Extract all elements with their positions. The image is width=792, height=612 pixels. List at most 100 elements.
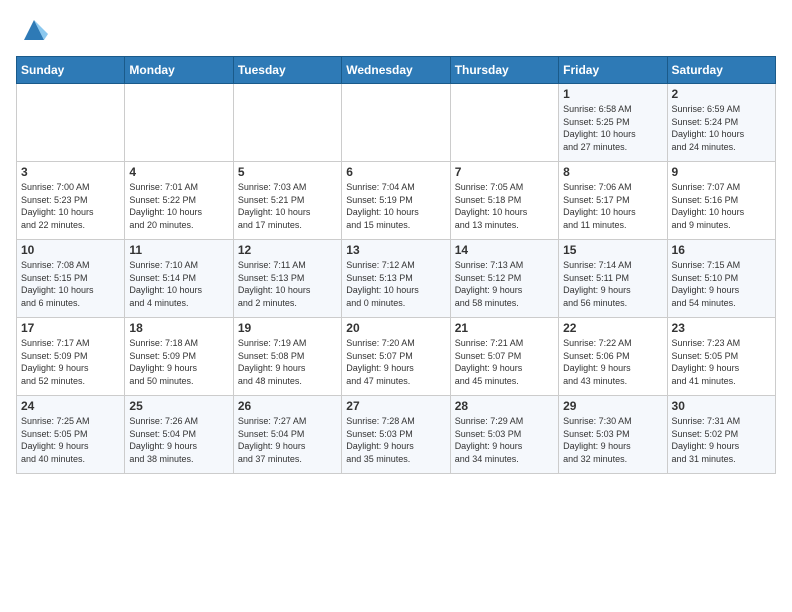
- calendar-cell: [125, 84, 233, 162]
- day-info: Sunrise: 7:22 AM Sunset: 5:06 PM Dayligh…: [563, 337, 662, 387]
- calendar-cell: 16 Sunrise: 7:15 AM Sunset: 5:10 PM Dayli…: [667, 240, 775, 318]
- day-info: Sunrise: 7:30 AM Sunset: 5:03 PM Dayligh…: [563, 415, 662, 465]
- day-number: 15: [563, 243, 662, 257]
- day-number: 1: [563, 87, 662, 101]
- day-number: 30: [672, 399, 771, 413]
- day-info: Sunrise: 7:04 AM Sunset: 5:19 PM Dayligh…: [346, 181, 445, 231]
- day-number: 22: [563, 321, 662, 335]
- day-number: 28: [455, 399, 554, 413]
- day-info: Sunrise: 7:21 AM Sunset: 5:07 PM Dayligh…: [455, 337, 554, 387]
- calendar-cell: 4Sunrise: 7:01 AM Sunset: 5:22 PM Daylig…: [125, 162, 233, 240]
- calendar-cell: 6 Sunrise: 7:04 AM Sunset: 5:19 PM Daylig…: [342, 162, 450, 240]
- day-number: 24: [21, 399, 120, 413]
- calendar-cell: 25 Sunrise: 7:26 AM Sunset: 5:04 PM Dayli…: [125, 396, 233, 474]
- day-number: 23: [672, 321, 771, 335]
- day-info: Sunrise: 7:10 AM Sunset: 5:14 PM Dayligh…: [129, 259, 228, 309]
- day-info: Sunrise: 7:14 AM Sunset: 5:11 PM Dayligh…: [563, 259, 662, 309]
- day-number: 29: [563, 399, 662, 413]
- logo-icon: [20, 16, 48, 44]
- calendar-cell: 2 Sunrise: 6:59 AM Sunset: 5:24 PM Daylig…: [667, 84, 775, 162]
- day-info: Sunrise: 7:06 AM Sunset: 5:17 PM Dayligh…: [563, 181, 662, 231]
- day-number: 3: [21, 165, 120, 179]
- calendar-cell: 24 Sunrise: 7:25 AM Sunset: 5:05 PM Dayli…: [17, 396, 125, 474]
- calendar-header-row: SundayMondayTuesdayWednesdayThursdayFrid…: [17, 57, 776, 84]
- day-info: Sunrise: 7:12 AM Sunset: 5:13 PM Dayligh…: [346, 259, 445, 309]
- day-info: Sunrise: 7:26 AM Sunset: 5:04 PM Dayligh…: [129, 415, 228, 465]
- calendar-cell: 21 Sunrise: 7:21 AM Sunset: 5:07 PM Dayli…: [450, 318, 558, 396]
- calendar-cell: [450, 84, 558, 162]
- day-number: 2: [672, 87, 771, 101]
- day-info: Sunrise: 7:27 AM Sunset: 5:04 PM Dayligh…: [238, 415, 337, 465]
- day-info: Sunrise: 7:11 AM Sunset: 5:13 PM Dayligh…: [238, 259, 337, 309]
- calendar-cell: 15 Sunrise: 7:14 AM Sunset: 5:11 PM Dayli…: [559, 240, 667, 318]
- calendar-cell: 9Sunrise: 7:07 AM Sunset: 5:16 PM Daylig…: [667, 162, 775, 240]
- calendar-table: SundayMondayTuesdayWednesdayThursdayFrid…: [16, 56, 776, 474]
- day-number: 13: [346, 243, 445, 257]
- calendar-cell: 23 Sunrise: 7:23 AM Sunset: 5:05 PM Dayli…: [667, 318, 775, 396]
- calendar-header-wednesday: Wednesday: [342, 57, 450, 84]
- day-info: Sunrise: 6:58 AM Sunset: 5:25 PM Dayligh…: [563, 103, 662, 153]
- calendar-cell: 28 Sunrise: 7:29 AM Sunset: 5:03 PM Dayli…: [450, 396, 558, 474]
- calendar-header-sunday: Sunday: [17, 57, 125, 84]
- calendar-header-thursday: Thursday: [450, 57, 558, 84]
- calendar-cell: 27 Sunrise: 7:28 AM Sunset: 5:03 PM Dayli…: [342, 396, 450, 474]
- calendar-cell: 1 Sunrise: 6:58 AM Sunset: 5:25 PM Daylig…: [559, 84, 667, 162]
- calendar-cell: 10 Sunrise: 7:08 AM Sunset: 5:15 PM Dayli…: [17, 240, 125, 318]
- calendar-cell: [342, 84, 450, 162]
- day-number: 17: [21, 321, 120, 335]
- logo: [16, 16, 48, 44]
- calendar-cell: [17, 84, 125, 162]
- calendar-header-saturday: Saturday: [667, 57, 775, 84]
- calendar-cell: 29 Sunrise: 7:30 AM Sunset: 5:03 PM Dayli…: [559, 396, 667, 474]
- day-info: Sunrise: 7:25 AM Sunset: 5:05 PM Dayligh…: [21, 415, 120, 465]
- day-number: 26: [238, 399, 337, 413]
- day-number: 6: [346, 165, 445, 179]
- day-info: Sunrise: 7:28 AM Sunset: 5:03 PM Dayligh…: [346, 415, 445, 465]
- calendar-cell: 30Sunrise: 7:31 AM Sunset: 5:02 PM Dayli…: [667, 396, 775, 474]
- calendar-week-row: 3 Sunrise: 7:00 AM Sunset: 5:23 PM Daylig…: [17, 162, 776, 240]
- day-info: Sunrise: 7:29 AM Sunset: 5:03 PM Dayligh…: [455, 415, 554, 465]
- day-info: Sunrise: 7:05 AM Sunset: 5:18 PM Dayligh…: [455, 181, 554, 231]
- day-number: 27: [346, 399, 445, 413]
- day-number: 12: [238, 243, 337, 257]
- day-number: 7: [455, 165, 554, 179]
- calendar-cell: 11 Sunrise: 7:10 AM Sunset: 5:14 PM Dayli…: [125, 240, 233, 318]
- page-header: [16, 16, 776, 44]
- day-info: Sunrise: 6:59 AM Sunset: 5:24 PM Dayligh…: [672, 103, 771, 153]
- day-info: Sunrise: 7:20 AM Sunset: 5:07 PM Dayligh…: [346, 337, 445, 387]
- calendar-week-row: 1 Sunrise: 6:58 AM Sunset: 5:25 PM Daylig…: [17, 84, 776, 162]
- day-number: 18: [129, 321, 228, 335]
- day-number: 19: [238, 321, 337, 335]
- calendar-header-friday: Friday: [559, 57, 667, 84]
- day-info: Sunrise: 7:23 AM Sunset: 5:05 PM Dayligh…: [672, 337, 771, 387]
- day-number: 20: [346, 321, 445, 335]
- day-info: Sunrise: 7:17 AM Sunset: 5:09 PM Dayligh…: [21, 337, 120, 387]
- day-info: Sunrise: 7:19 AM Sunset: 5:08 PM Dayligh…: [238, 337, 337, 387]
- day-number: 10: [21, 243, 120, 257]
- calendar-cell: 22 Sunrise: 7:22 AM Sunset: 5:06 PM Dayli…: [559, 318, 667, 396]
- day-number: 8: [563, 165, 662, 179]
- day-info: Sunrise: 7:00 AM Sunset: 5:23 PM Dayligh…: [21, 181, 120, 231]
- calendar-cell: 17 Sunrise: 7:17 AM Sunset: 5:09 PM Dayli…: [17, 318, 125, 396]
- calendar-cell: [233, 84, 341, 162]
- calendar-cell: 14Sunrise: 7:13 AM Sunset: 5:12 PM Dayli…: [450, 240, 558, 318]
- day-info: Sunrise: 7:08 AM Sunset: 5:15 PM Dayligh…: [21, 259, 120, 309]
- day-info: Sunrise: 7:18 AM Sunset: 5:09 PM Dayligh…: [129, 337, 228, 387]
- calendar-week-row: 10 Sunrise: 7:08 AM Sunset: 5:15 PM Dayli…: [17, 240, 776, 318]
- day-number: 25: [129, 399, 228, 413]
- calendar-cell: 8 Sunrise: 7:06 AM Sunset: 5:17 PM Daylig…: [559, 162, 667, 240]
- day-number: 4: [129, 165, 228, 179]
- calendar-cell: 19 Sunrise: 7:19 AM Sunset: 5:08 PM Dayli…: [233, 318, 341, 396]
- calendar-cell: 20 Sunrise: 7:20 AM Sunset: 5:07 PM Dayli…: [342, 318, 450, 396]
- calendar-cell: 13 Sunrise: 7:12 AM Sunset: 5:13 PM Dayli…: [342, 240, 450, 318]
- calendar-week-row: 24 Sunrise: 7:25 AM Sunset: 5:05 PM Dayli…: [17, 396, 776, 474]
- day-info: Sunrise: 7:13 AM Sunset: 5:12 PM Dayligh…: [455, 259, 554, 309]
- day-number: 5: [238, 165, 337, 179]
- calendar-cell: 12 Sunrise: 7:11 AM Sunset: 5:13 PM Dayli…: [233, 240, 341, 318]
- day-number: 21: [455, 321, 554, 335]
- day-number: 16: [672, 243, 771, 257]
- calendar-cell: 3 Sunrise: 7:00 AM Sunset: 5:23 PM Daylig…: [17, 162, 125, 240]
- day-number: 11: [129, 243, 228, 257]
- day-info: Sunrise: 7:15 AM Sunset: 5:10 PM Dayligh…: [672, 259, 771, 309]
- calendar-header-tuesday: Tuesday: [233, 57, 341, 84]
